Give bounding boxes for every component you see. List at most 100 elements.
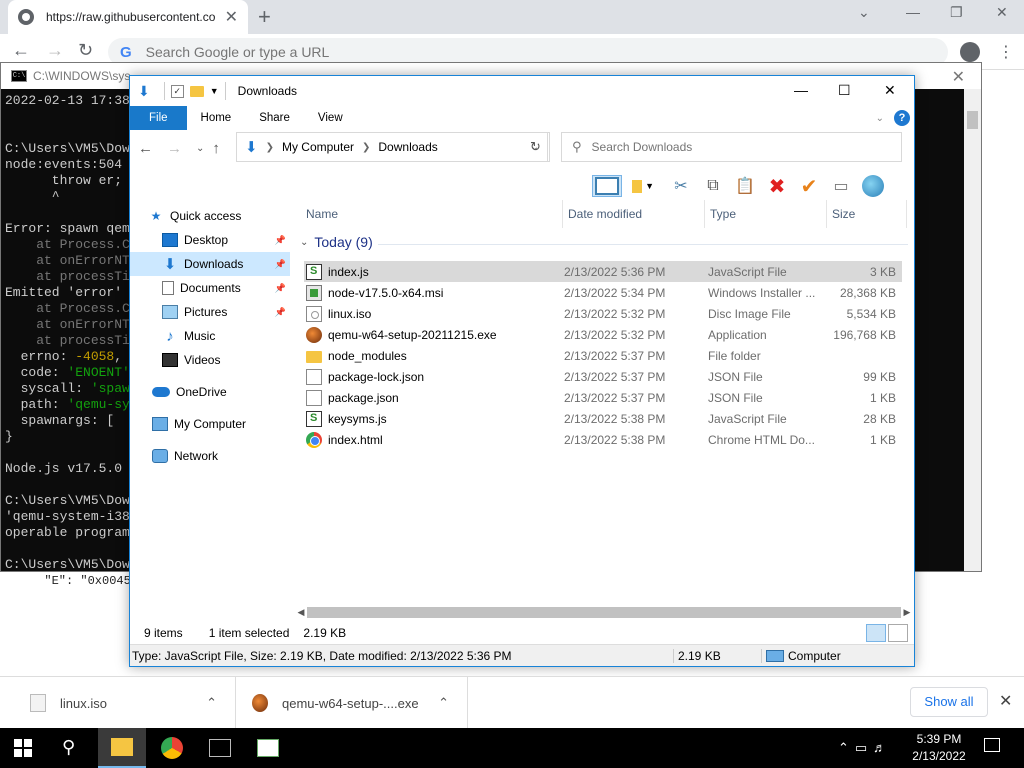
download-item[interactable]: linux.iso ⌃ xyxy=(0,677,236,729)
chevron-right-icon[interactable]: ❯ xyxy=(266,142,274,153)
horizontal-scrollbar[interactable]: ◀ ▶ xyxy=(295,604,913,621)
window-close-button[interactable]: ✕ xyxy=(996,4,1008,21)
taskbar-clock[interactable]: 5:39 PM 2/13/2022 xyxy=(906,731,972,765)
paste-icon[interactable]: 📋 xyxy=(734,175,756,197)
nav-item[interactable]: ⬇ Downloads 📌 xyxy=(130,252,290,276)
back-arrow-icon[interactable]: ← xyxy=(138,140,153,157)
new-folder-icon[interactable] xyxy=(189,85,204,97)
close-icon[interactable]: ✕ xyxy=(999,691,1012,711)
nav-item[interactable]: My Computer xyxy=(130,412,290,436)
tab-file[interactable]: File xyxy=(130,106,187,130)
tab-view[interactable]: View xyxy=(304,106,357,130)
nav-item[interactable]: Documents 📌 xyxy=(130,276,290,300)
profile-avatar-icon[interactable] xyxy=(960,42,980,62)
window-minimize-button[interactable]: — xyxy=(906,4,920,20)
help-button[interactable]: ? xyxy=(894,110,910,126)
json-file-icon xyxy=(306,368,322,385)
nav-item[interactable]: Desktop 📌 xyxy=(130,228,290,252)
windows-start-icon[interactable] xyxy=(14,739,32,757)
checkmark-icon[interactable]: ✔ xyxy=(798,175,820,198)
file-row[interactable]: qemu-w64-setup-20211215.exe 2/13/2022 5:3… xyxy=(304,324,902,345)
nav-item[interactable]: Pictures 📌 xyxy=(130,300,290,324)
scroll-right-icon[interactable]: ▶ xyxy=(901,607,913,618)
delete-icon[interactable]: ✖ xyxy=(766,175,788,198)
nav-item-label: Pictures xyxy=(184,305,228,319)
up-arrow-icon[interactable]: ↑ xyxy=(212,140,220,157)
collapse-chevron-icon[interactable]: ⌄ xyxy=(300,237,308,248)
group-header-today[interactable]: ⌄ Today (9) xyxy=(300,234,373,250)
scroll-left-icon[interactable]: ◀ xyxy=(295,607,307,618)
globe-icon[interactable] xyxy=(862,175,884,197)
file-row[interactable]: index.js 2/13/2022 5:36 PM JavaScript File… xyxy=(304,261,902,282)
file-row[interactable]: index.html 2/13/2022 5:38 PM Chrome HTML D… xyxy=(304,429,902,450)
notification-icon[interactable] xyxy=(984,738,1000,752)
taskbar-cmd[interactable] xyxy=(196,728,244,768)
nav-item[interactable]: OneDrive xyxy=(130,380,290,404)
nav-item[interactable]: ★ Quick access xyxy=(130,204,290,228)
custom-toolbar: ▼ ✂ ⧉ 📋 ✖ ✔ ▭ xyxy=(592,172,884,200)
new-folder-icon[interactable]: ▼ xyxy=(632,175,654,197)
forward-arrow-icon[interactable]: → xyxy=(46,40,64,61)
customize-dropdown-icon[interactable]: ▼ xyxy=(210,86,219,96)
details-view-icon[interactable] xyxy=(866,624,886,642)
tab-close-button[interactable]: ✕ xyxy=(225,7,238,27)
cmd-scrollbar[interactable] xyxy=(964,89,981,571)
file-row[interactable]: package-lock.json 2/13/2022 5:37 PM JSON F… xyxy=(304,366,902,387)
layout-pane-icon[interactable] xyxy=(592,175,622,197)
large-icons-view-icon[interactable] xyxy=(888,624,908,642)
chevron-up-icon[interactable]: ⌃ xyxy=(438,695,449,711)
column-date-modified[interactable]: Date modified xyxy=(568,207,642,221)
file-row[interactable]: node_modules 2/13/2022 5:37 PM File folder xyxy=(304,345,902,366)
file-explorer-window[interactable]: ⬇ ✓ ▼ Downloads — ☐ ✕ File Home Share Vi… xyxy=(129,75,915,667)
file-size: 1 KB xyxy=(869,432,896,447)
system-tray[interactable]: ⌃▭♬ xyxy=(838,740,892,756)
search-icon[interactable]: ⚲ xyxy=(62,737,75,758)
rename-icon[interactable]: ▭ xyxy=(830,175,852,197)
download-item[interactable]: qemu-w64-setup-....exe ⌃ xyxy=(236,677,468,729)
file-row[interactable]: linux.iso 2/13/2022 5:32 PM Disc Image Fil… xyxy=(304,303,902,324)
new-tab-button[interactable]: + xyxy=(258,4,271,30)
browser-tab[interactable]: https://raw.githubusercontent.co ✕ xyxy=(8,0,248,34)
taskbar-file-explorer[interactable] xyxy=(98,728,146,768)
quick-access-download-icon[interactable]: ⬇ xyxy=(138,83,150,100)
search-box[interactable]: ⚲ xyxy=(561,132,902,162)
explorer-minimize-button[interactable]: — xyxy=(794,82,808,98)
recent-locations-icon[interactable]: ⌄ xyxy=(196,143,204,154)
breadcrumb-downloads[interactable]: Downloads xyxy=(378,140,437,154)
menu-kebab-icon[interactable]: ⋮ xyxy=(998,42,1014,62)
explorer-close-button[interactable]: ✕ xyxy=(884,82,896,99)
address-bar[interactable]: ⬇ ❯ My Computer ❯ Downloads ⌄ xyxy=(236,132,548,162)
expand-ribbon-icon[interactable]: ⌄ xyxy=(876,113,884,124)
file-row[interactable]: package.json 2/13/2022 5:37 PM JSON File 1 … xyxy=(304,387,902,408)
copy-icon[interactable]: ⧉ xyxy=(702,175,724,197)
window-restore-button[interactable]: ❐ xyxy=(950,4,963,21)
properties-icon[interactable]: ✓ xyxy=(170,84,184,98)
back-arrow-icon[interactable]: ← xyxy=(12,40,30,61)
nav-item[interactable]: Videos xyxy=(130,348,290,372)
pictures-icon xyxy=(162,305,178,319)
omnibox-input[interactable] xyxy=(145,44,746,60)
column-name[interactable]: Name xyxy=(306,207,338,221)
show-all-button[interactable]: Show all xyxy=(910,687,988,717)
chevron-up-icon[interactable]: ⌃ xyxy=(206,695,217,711)
breadcrumb-my-computer[interactable]: My Computer xyxy=(282,140,354,154)
tab-home[interactable]: Home xyxy=(187,106,246,130)
minimize-icon[interactable]: ⌄ xyxy=(858,4,870,21)
cut-icon[interactable]: ✂ xyxy=(670,175,692,197)
taskbar-chrome[interactable] xyxy=(148,728,196,768)
cmd-close-button[interactable]: ✕ xyxy=(952,67,965,87)
taskbar-notepad[interactable] xyxy=(244,728,292,768)
tab-share[interactable]: Share xyxy=(245,106,304,130)
search-input[interactable] xyxy=(591,140,872,154)
chevron-right-icon[interactable]: ❯ xyxy=(362,142,370,153)
nav-item[interactable]: ♪ Music xyxy=(130,324,290,348)
column-type[interactable]: Type xyxy=(710,207,736,221)
nav-item[interactable]: Network xyxy=(130,444,290,468)
file-row[interactable]: keysyms.js 2/13/2022 5:38 PM JavaScript Fi… xyxy=(304,408,902,429)
reload-icon[interactable]: ↻ xyxy=(78,40,93,61)
file-row[interactable]: node-v17.5.0-x64.msi 2/13/2022 5:34 PM Win… xyxy=(304,282,902,303)
column-size[interactable]: Size xyxy=(832,207,855,221)
forward-arrow-icon[interactable]: → xyxy=(167,140,182,157)
refresh-button[interactable]: ↻ xyxy=(522,132,550,162)
explorer-maximize-button[interactable]: ☐ xyxy=(838,82,851,99)
